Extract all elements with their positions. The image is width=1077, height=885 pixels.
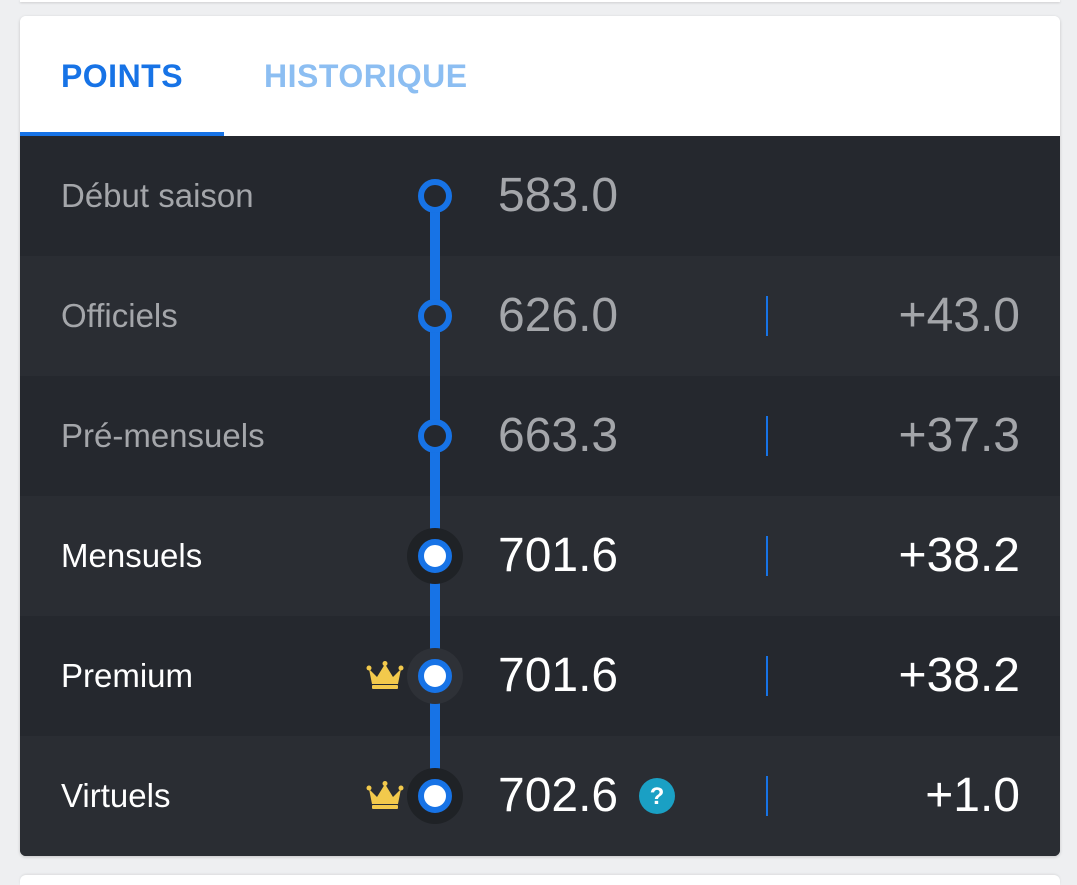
crown-icon — [366, 661, 404, 689]
timeline-row-premium: Premium 701.6 +38.2 — [20, 616, 1060, 736]
tab-points[interactable]: POINTS — [20, 16, 224, 136]
row-delta: +38.2 — [898, 529, 1020, 582]
row-delta: +43.0 — [898, 289, 1020, 342]
row-divider — [766, 656, 768, 696]
svg-text:?: ? — [650, 783, 665, 810]
row-value: 626.0 — [498, 289, 619, 342]
tab-historique[interactable]: HISTORIQUE — [244, 16, 467, 136]
row-divider — [766, 416, 768, 456]
row-delta: +1.0 — [925, 769, 1020, 822]
row-divider — [766, 296, 768, 336]
timeline-row-debut-saison: Début saison 583.0 — [20, 136, 1060, 256]
row-label: Pré-mensuels — [61, 417, 265, 454]
previous-card-edge — [20, 0, 1060, 2]
row-label: Début saison — [61, 177, 254, 214]
row-label: Premium — [61, 657, 194, 694]
tab-bar: POINTS HISTORIQUE — [20, 16, 1060, 136]
row-delta: +38.2 — [898, 649, 1020, 702]
next-card-edge — [20, 875, 1060, 885]
timeline-row-officiels: Officiels 626.0 +43.0 — [20, 256, 1060, 376]
row-divider — [766, 776, 768, 816]
row-delta: +37.3 — [898, 409, 1020, 462]
row-divider — [766, 536, 768, 576]
row-label: Mensuels — [61, 537, 203, 574]
row-label: Officiels — [61, 297, 178, 334]
row-value: 702.6 — [498, 769, 619, 822]
row-value: 701.6 — [498, 529, 619, 582]
row-label: Virtuels — [61, 777, 171, 814]
points-timeline-panel: Début saison 583.0 Officiels 626.0 +43.0… — [20, 136, 1060, 856]
row-value: 701.6 — [498, 649, 619, 702]
timeline-row-pre-mensuels: Pré-mensuels 663.3 +37.3 — [20, 376, 1060, 496]
points-card: POINTS HISTORIQUE Début saison 583.0 Off… — [20, 16, 1060, 856]
row-value: 663.3 — [498, 409, 619, 462]
timeline-row-virtuels: Virtuels 702.6 ? +1.0 — [20, 736, 1060, 856]
timeline-row-mensuels: Mensuels 701.6 +38.2 — [20, 496, 1060, 616]
question-mark-icon[interactable]: ? — [638, 777, 676, 815]
crown-icon — [366, 781, 404, 809]
row-value: 583.0 — [498, 169, 619, 222]
